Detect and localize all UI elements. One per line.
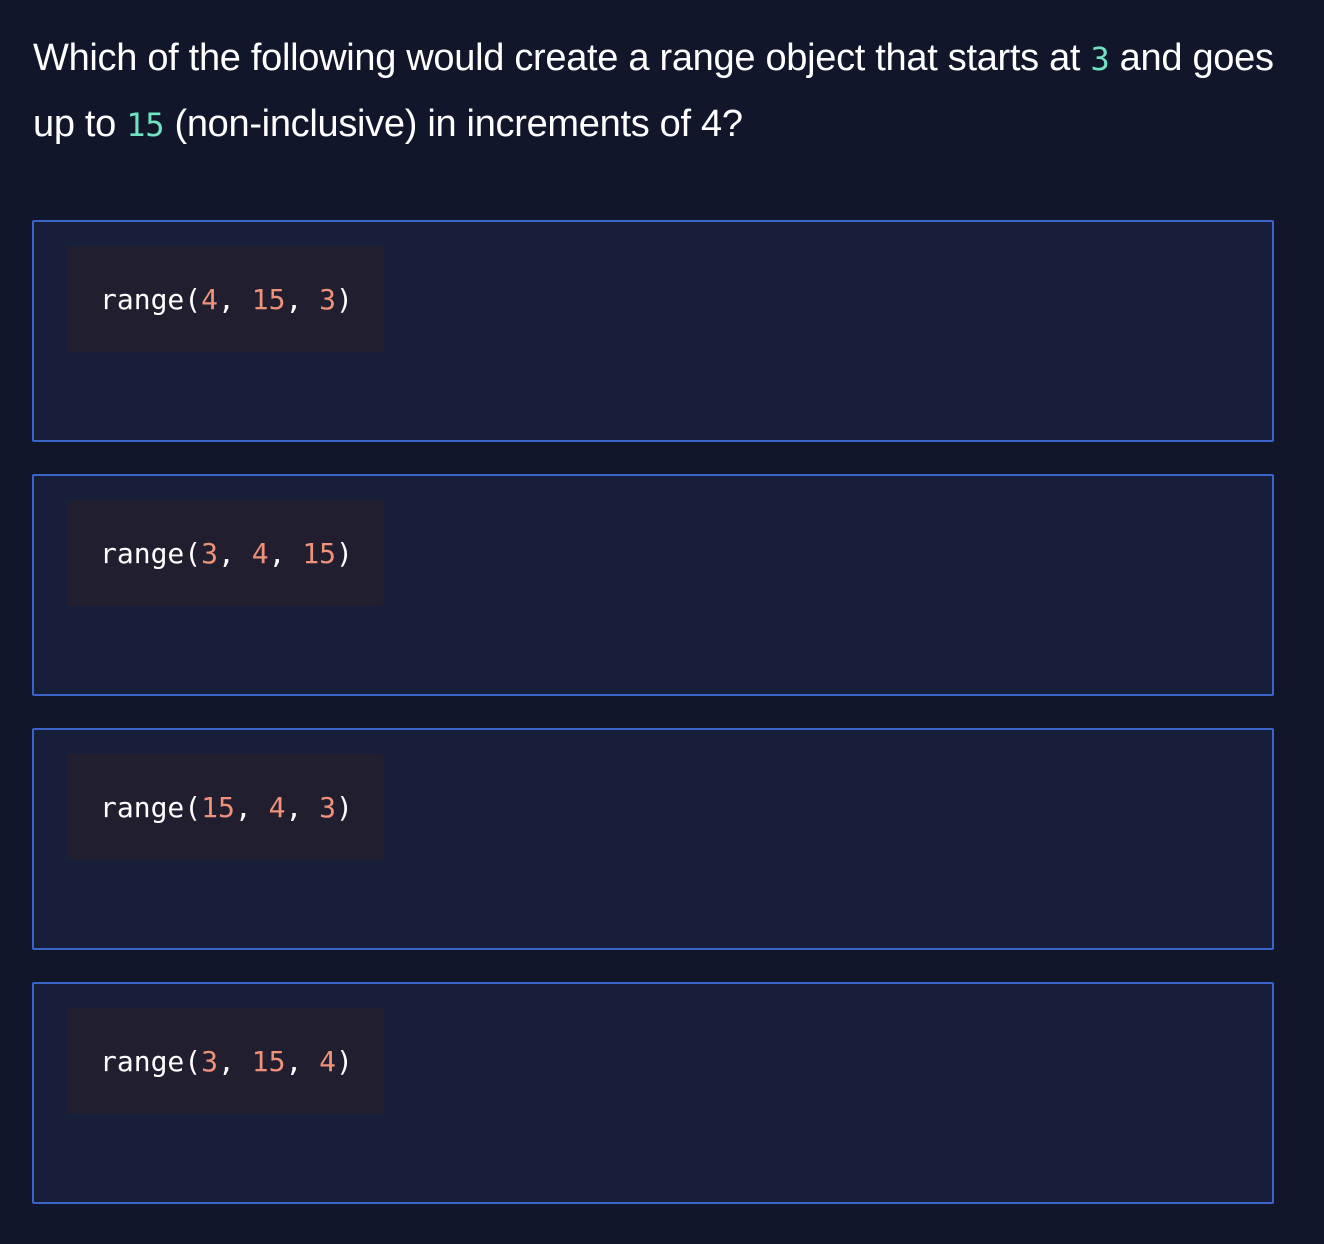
code-arg-3: 4 [319,1044,337,1078]
code-arg-1: 4 [201,282,219,316]
code-snippet: range(3, 4, 15) [67,500,383,606]
answer-option-3[interactable]: range(15, 4, 3) [32,728,1274,950]
question-part-1: Which of the following would create a ra… [33,37,1091,79]
code-close-paren: ) [336,536,353,570]
code-arg-1: 15 [201,790,235,824]
code-function: range( [100,1044,202,1078]
code-arg-1: 3 [201,536,219,570]
code-separator: , [268,536,303,570]
answer-option-1[interactable]: range(4, 15, 3) [32,220,1274,442]
question-stop-value: 15 [126,106,165,144]
code-snippet: range(3, 15, 4) [67,1008,383,1114]
code-snippet: range(15, 4, 3) [67,754,383,860]
code-close-paren: ) [336,1044,353,1078]
question-part-3: (non-inclusive) in increments of 4? [164,103,743,145]
answer-option-4[interactable]: range(3, 15, 4) [32,982,1274,1204]
question-text: Which of the following would create a ra… [33,26,1293,158]
code-close-paren: ) [336,790,353,824]
code-separator: , [285,282,320,316]
code-function: range( [100,282,202,316]
code-separator: , [285,1044,320,1078]
code-arg-3: 3 [319,790,337,824]
code-function: range( [100,536,202,570]
code-separator: , [234,790,269,824]
code-arg-3: 15 [302,536,337,570]
question-start-value: 3 [1090,40,1110,78]
answer-option-2[interactable]: range(3, 4, 15) [32,474,1274,696]
code-separator: , [285,790,320,824]
code-separator: , [218,1044,252,1078]
code-separator: , [218,282,252,316]
code-arg-2: 4 [251,536,269,570]
answer-options: range(4, 15, 3) range(3, 4, 15) range(15… [32,220,1274,1236]
code-separator: , [218,536,252,570]
code-close-paren: ) [336,282,353,316]
code-arg-3: 3 [319,282,337,316]
code-arg-2: 4 [268,790,286,824]
code-arg-2: 15 [251,282,286,316]
code-function: range( [100,790,202,824]
code-arg-2: 15 [251,1044,286,1078]
code-arg-1: 3 [201,1044,219,1078]
code-snippet: range(4, 15, 3) [67,246,383,352]
